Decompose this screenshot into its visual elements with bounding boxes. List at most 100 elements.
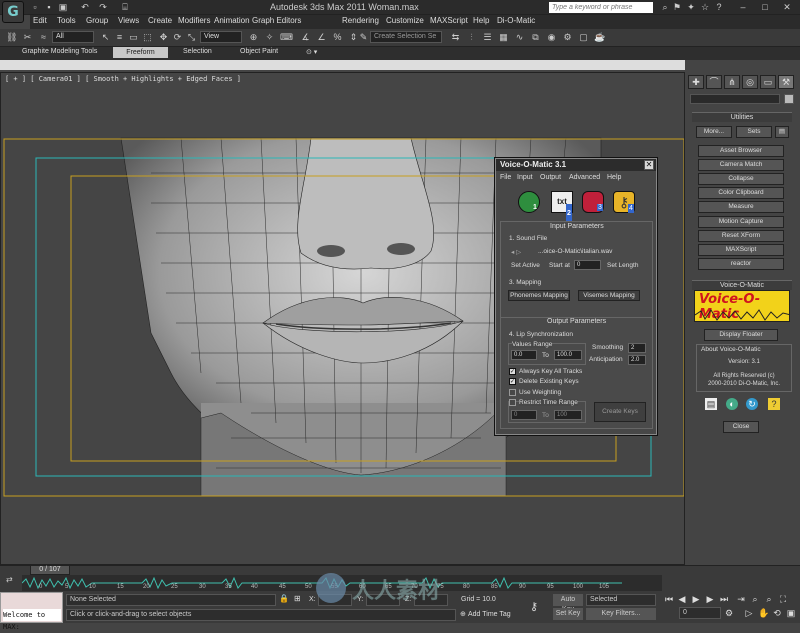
- dialog-title[interactable]: Voice-O-Matic 3.1: [496, 159, 656, 171]
- utilities-rollout-header[interactable]: Utilities: [692, 112, 792, 122]
- time-config-icon[interactable]: ⚙: [724, 608, 734, 618]
- load-icon[interactable]: ▤: [705, 398, 717, 410]
- pan-view-icon[interactable]: ✋: [758, 608, 769, 618]
- start-at-spinner[interactable]: 0: [574, 260, 601, 270]
- menu-customize[interactable]: Customize: [386, 16, 424, 25]
- tab-graphite-modeling-tools[interactable]: Graphite Modeling Tools: [22, 48, 97, 55]
- tab-selection[interactable]: Selection: [183, 48, 212, 55]
- pivot-center-icon[interactable]: ⊕: [248, 32, 259, 43]
- ribbon-options-icon[interactable]: ⊙ ▾: [306, 48, 317, 56]
- search-icon[interactable]: ⌕: [660, 2, 670, 12]
- tab-freeform[interactable]: Freeform: [113, 47, 168, 58]
- field-of-view-icon[interactable]: ▷: [744, 608, 754, 618]
- sets-button[interactable]: Sets: [736, 126, 772, 138]
- display-floater-button[interactable]: Display Floater: [704, 329, 778, 341]
- open-mini-curve-editor-icon[interactable]: ⇄: [6, 575, 18, 585]
- camera-match-button[interactable]: Camera Match: [698, 159, 784, 171]
- rotate-icon[interactable]: ⟳: [172, 32, 183, 43]
- input-parameters-header[interactable]: Input Parameters: [550, 223, 604, 230]
- align-icon[interactable]: ⫶: [466, 32, 477, 43]
- add-time-tag-button[interactable]: Add Time Tag: [468, 611, 511, 618]
- maxscript-button[interactable]: MAXScript: [698, 244, 784, 256]
- selection-filter-dropdown[interactable]: All: [52, 31, 94, 43]
- always-key-checkbox[interactable]: ✓: [509, 368, 516, 375]
- restrict-from-spinner[interactable]: 0: [511, 410, 537, 420]
- maximize-viewport-icon[interactable]: ▣: [786, 608, 796, 618]
- motion-capture-button[interactable]: Motion Capture: [698, 216, 784, 228]
- orbit-icon[interactable]: ⟲: [772, 608, 782, 618]
- text-input-icon[interactable]: txt 2: [551, 191, 573, 224]
- time-tag-icon[interactable]: ⊕: [460, 610, 466, 618]
- set-length-button[interactable]: Set Length: [607, 262, 638, 269]
- voice-o-matic-rollout-header[interactable]: Voice-O-Matic: [692, 280, 792, 290]
- lock-selection-icon[interactable]: 🔒: [279, 594, 289, 604]
- snap-toggle-icon[interactable]: ∡: [300, 32, 311, 43]
- subscription-icon[interactable]: ⚑: [672, 2, 682, 12]
- key-output-icon[interactable]: ⚷ 4: [613, 191, 635, 213]
- motion-panel-tab[interactable]: ◎: [742, 75, 758, 89]
- selection-region-icon[interactable]: ▭: [128, 32, 139, 43]
- menu-animation[interactable]: Animation: [214, 16, 250, 25]
- more-button[interactable]: More...: [696, 126, 732, 138]
- curve-editor-icon[interactable]: ∿: [514, 32, 525, 43]
- time-slider[interactable]: 0 / 107: [30, 565, 70, 575]
- select-object-icon[interactable]: ↖: [100, 32, 111, 43]
- keyboard-shortcut-icon[interactable]: ⌨: [280, 32, 293, 43]
- save-file-icon[interactable]: ▣: [58, 2, 68, 12]
- use-weighting-checkbox[interactable]: [509, 389, 516, 396]
- anticipation-spinner[interactable]: 2.0: [628, 355, 646, 365]
- render-production-icon[interactable]: ☕: [594, 32, 605, 43]
- redo-icon[interactable]: ↷: [98, 2, 108, 12]
- asset-browser-button[interactable]: Asset Browser: [698, 145, 784, 157]
- play-icon[interactable]: ▶: [691, 594, 701, 604]
- panel-color-swatch[interactable]: [784, 94, 794, 104]
- absolute-mode-icon[interactable]: ⊞: [294, 594, 304, 604]
- search-input[interactable]: [549, 2, 653, 13]
- restrict-to-spinner[interactable]: 100: [554, 410, 582, 420]
- menu-group[interactable]: Group: [86, 16, 108, 25]
- graphite-toggle-icon[interactable]: ▦: [498, 32, 509, 43]
- bind-space-warp-icon[interactable]: ≈: [38, 32, 49, 43]
- smoothing-spinner[interactable]: 2: [628, 343, 646, 353]
- new-file-icon[interactable]: ▫: [30, 2, 40, 12]
- render-setup-icon[interactable]: ⚙: [562, 32, 573, 43]
- reference-coord-dropdown[interactable]: View: [200, 31, 242, 43]
- menu-modifiers[interactable]: Modifiers: [178, 16, 210, 25]
- menu-maxscript[interactable]: MAXScript: [430, 16, 468, 25]
- create-keys-button[interactable]: Create Keys: [594, 402, 646, 422]
- maxscript-listener[interactable]: Welcome to MAX:: [0, 592, 63, 631]
- auto-key-button[interactable]: Auto Key: [553, 594, 583, 613]
- range-from-spinner[interactable]: 0.0: [511, 350, 537, 360]
- scale-icon[interactable]: ⤡: [186, 32, 197, 43]
- visemes-mapping-button[interactable]: Visemes Mapping: [578, 290, 640, 301]
- display-panel-tab[interactable]: ▭: [760, 75, 776, 89]
- project-folder-icon[interactable]: ⌸: [120, 2, 130, 12]
- sound-input-icon[interactable]: 1: [518, 191, 540, 213]
- web-icon[interactable]: ◐: [726, 398, 738, 410]
- dialog-menu-file[interactable]: File: [500, 174, 511, 181]
- named-selection-sets-dropdown[interactable]: Create Selection Se: [370, 31, 442, 43]
- help-icon[interactable]: ?: [714, 2, 724, 12]
- schematic-view-icon[interactable]: ⧉: [530, 32, 541, 43]
- update-icon[interactable]: ↻: [746, 398, 758, 410]
- menu-rendering[interactable]: Rendering: [342, 16, 379, 25]
- lips-mapping-icon[interactable]: 3: [582, 191, 604, 213]
- select-manipulate-icon[interactable]: ✧: [264, 32, 275, 43]
- key-mode-toggle-icon[interactable]: ⇥: [736, 594, 746, 604]
- current-frame-field[interactable]: 0: [679, 607, 721, 619]
- tab-object-paint[interactable]: Object Paint: [240, 48, 278, 55]
- window-crossing-icon[interactable]: ⬚: [142, 32, 153, 43]
- minimize-icon[interactable]: –: [738, 2, 748, 12]
- next-frame-icon[interactable]: ▶: [705, 594, 715, 604]
- menu-tools[interactable]: Tools: [57, 16, 76, 25]
- favorites-icon[interactable]: ☆: [700, 2, 710, 12]
- open-file-icon[interactable]: ▪: [44, 2, 54, 12]
- angle-snap-icon[interactable]: ∠: [316, 32, 327, 43]
- range-to-spinner[interactable]: 100.0: [554, 350, 582, 360]
- output-parameters-header[interactable]: Output Parameters: [547, 318, 606, 325]
- menu-help[interactable]: Help: [473, 16, 489, 25]
- reset-xform-button[interactable]: Reset XForm: [698, 230, 784, 242]
- dialog-menu-input[interactable]: Input: [517, 174, 533, 181]
- restrict-time-checkbox[interactable]: [509, 399, 516, 406]
- utilities-panel-tab[interactable]: ⚒: [778, 75, 794, 89]
